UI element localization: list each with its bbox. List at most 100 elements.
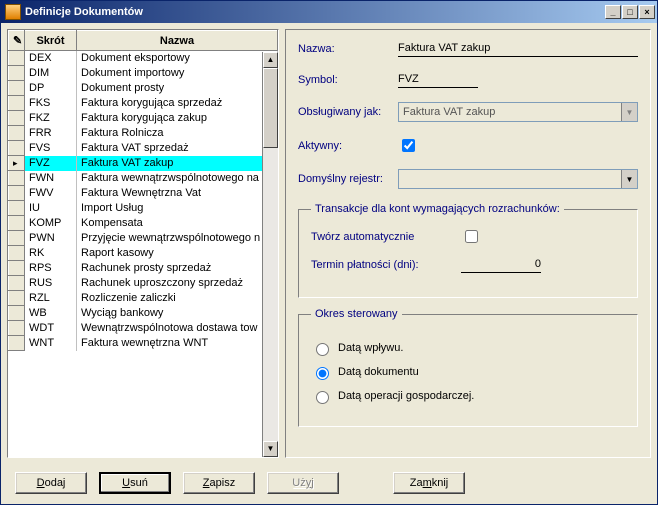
grid-header-short[interactable]: Skrót — [25, 31, 77, 51]
cell-name[interactable]: Faktura VAT sprzedaż — [77, 141, 278, 156]
row-header[interactable] — [9, 171, 25, 186]
scroll-track[interactable] — [263, 68, 278, 441]
table-row[interactable]: PWNPrzyjęcie wewnątrzwspólnotowego n — [9, 231, 278, 246]
okres-label-wplywu[interactable]: Datą wpływu. — [338, 342, 403, 354]
grid-scrollbar[interactable]: ▲ ▼ — [262, 52, 278, 457]
row-header[interactable] — [9, 291, 25, 306]
table-row[interactable]: FRRFaktura Rolnicza — [9, 126, 278, 141]
table-row[interactable]: RUSRachunek uproszczony sprzedaż — [9, 276, 278, 291]
cell-name[interactable]: Dokument importowy — [77, 66, 278, 81]
okres-label-dokumentu[interactable]: Datą dokumentu — [338, 366, 419, 378]
cell-name[interactable]: Raport kasowy — [77, 246, 278, 261]
cell-name[interactable]: Faktura VAT zakup — [77, 156, 278, 171]
titlebar[interactable]: Definicje Dokumentów _ □ × — [1, 1, 657, 23]
okres-label-operacji[interactable]: Datą operacji gospodarczej. — [338, 390, 474, 402]
cell-short[interactable]: FVZ — [25, 156, 77, 171]
okres-radio-operacji[interactable] — [316, 391, 329, 404]
table-row[interactable]: DEXDokument eksportowy — [9, 51, 278, 66]
scroll-thumb[interactable] — [263, 68, 278, 148]
cell-short[interactable]: WB — [25, 306, 77, 321]
cell-short[interactable]: FRR — [25, 126, 77, 141]
okres-radio-dokumentu[interactable] — [316, 367, 329, 380]
row-header[interactable] — [9, 231, 25, 246]
cell-short[interactable]: RPS — [25, 261, 77, 276]
close-button[interactable]: × — [639, 5, 655, 19]
cell-name[interactable]: Faktura korygująca sprzedaż — [77, 96, 278, 111]
table-row[interactable]: FVZFaktura VAT zakup — [9, 156, 278, 171]
minimize-button[interactable]: _ — [605, 5, 621, 19]
table-row[interactable]: RKRaport kasowy — [9, 246, 278, 261]
cell-short[interactable]: RZL — [25, 291, 77, 306]
grid-header-marker[interactable]: ✎ — [9, 31, 25, 51]
definitions-grid[interactable]: ✎ Skrót Nazwa DEXDokument eksportowyDIMD… — [8, 30, 278, 351]
cell-short[interactable]: FVS — [25, 141, 77, 156]
cell-short[interactable]: RK — [25, 246, 77, 261]
table-row[interactable]: WBWyciąg bankowy — [9, 306, 278, 321]
row-header[interactable] — [9, 261, 25, 276]
row-header[interactable] — [9, 111, 25, 126]
row-header[interactable] — [9, 141, 25, 156]
cell-short[interactable]: DP — [25, 81, 77, 96]
cell-name[interactable]: Faktura wewnętrzna WNT — [77, 336, 278, 351]
table-row[interactable]: IUImport Usług — [9, 201, 278, 216]
cell-short[interactable]: FWV — [25, 186, 77, 201]
table-row[interactable]: KOMPKompensata — [9, 216, 278, 231]
cell-short[interactable]: KOMP — [25, 216, 77, 231]
dodaj-button[interactable]: Dodaj — [15, 472, 87, 494]
cell-name[interactable]: Rachunek prosty sprzedaż — [77, 261, 278, 276]
row-header[interactable] — [9, 186, 25, 201]
table-row[interactable]: FWVFaktura Wewnętrzna Vat — [9, 186, 278, 201]
table-row[interactable]: FKSFaktura korygująca sprzedaż — [9, 96, 278, 111]
row-header[interactable] — [9, 51, 25, 66]
cell-name[interactable]: Faktura wewnątrzwspólnotowego na — [77, 171, 278, 186]
zapisz-button[interactable]: Zapisz — [183, 472, 255, 494]
cell-short[interactable]: FKZ — [25, 111, 77, 126]
cell-name[interactable]: Wyciąg bankowy — [77, 306, 278, 321]
row-header[interactable] — [9, 216, 25, 231]
cell-short[interactable]: IU — [25, 201, 77, 216]
cell-name[interactable]: Rachunek uproszczony sprzedaż — [77, 276, 278, 291]
scroll-down-button[interactable]: ▼ — [263, 441, 278, 457]
row-header[interactable] — [9, 66, 25, 81]
row-header[interactable] — [9, 336, 25, 351]
rejestr-combo[interactable]: ▼ — [398, 169, 638, 189]
row-header[interactable] — [9, 246, 25, 261]
row-header[interactable] — [9, 276, 25, 291]
nazwa-field[interactable] — [398, 40, 638, 57]
rejestr-value[interactable] — [399, 170, 621, 188]
cell-name[interactable]: Dokument prosty — [77, 81, 278, 96]
cell-name[interactable]: Faktura Wewnętrzna Vat — [77, 186, 278, 201]
cell-short[interactable]: PWN — [25, 231, 77, 246]
cell-name[interactable]: Faktura Rolnicza — [77, 126, 278, 141]
cell-name[interactable]: Wewnątrzwspólnotowa dostawa tow — [77, 321, 278, 336]
table-row[interactable]: FKZFaktura korygująca zakup — [9, 111, 278, 126]
table-row[interactable]: WDTWewnątrzwspólnotowa dostawa tow — [9, 321, 278, 336]
maximize-button[interactable]: □ — [622, 5, 638, 19]
symbol-field[interactable] — [398, 71, 478, 88]
cell-name[interactable]: Dokument eksportowy — [77, 51, 278, 66]
cell-short[interactable]: RUS — [25, 276, 77, 291]
table-row[interactable]: RPSRachunek prosty sprzedaż — [9, 261, 278, 276]
table-row[interactable]: RZLRozliczenie zaliczki — [9, 291, 278, 306]
tworz-checkbox[interactable] — [465, 230, 478, 243]
zamknij-button[interactable]: Zamknij — [393, 472, 465, 494]
chevron-down-icon[interactable]: ▼ — [621, 170, 637, 188]
okres-radio-wplywu[interactable] — [316, 343, 329, 356]
cell-short[interactable]: FWN — [25, 171, 77, 186]
cell-short[interactable]: FKS — [25, 96, 77, 111]
row-header[interactable] — [9, 156, 25, 171]
aktywny-checkbox[interactable] — [402, 139, 415, 152]
cell-name[interactable]: Przyjęcie wewnątrzwspólnotowego n — [77, 231, 278, 246]
row-header[interactable] — [9, 96, 25, 111]
row-header[interactable] — [9, 306, 25, 321]
cell-name[interactable]: Faktura korygująca zakup — [77, 111, 278, 126]
scroll-up-button[interactable]: ▲ — [263, 52, 278, 68]
cell-name[interactable]: Kompensata — [77, 216, 278, 231]
termin-field[interactable] — [461, 256, 541, 273]
row-header[interactable] — [9, 201, 25, 216]
table-row[interactable]: FWNFaktura wewnątrzwspólnotowego na — [9, 171, 278, 186]
cell-short[interactable]: DEX — [25, 51, 77, 66]
grid-header-name[interactable]: Nazwa — [77, 31, 278, 51]
row-header[interactable] — [9, 321, 25, 336]
cell-short[interactable]: DIM — [25, 66, 77, 81]
